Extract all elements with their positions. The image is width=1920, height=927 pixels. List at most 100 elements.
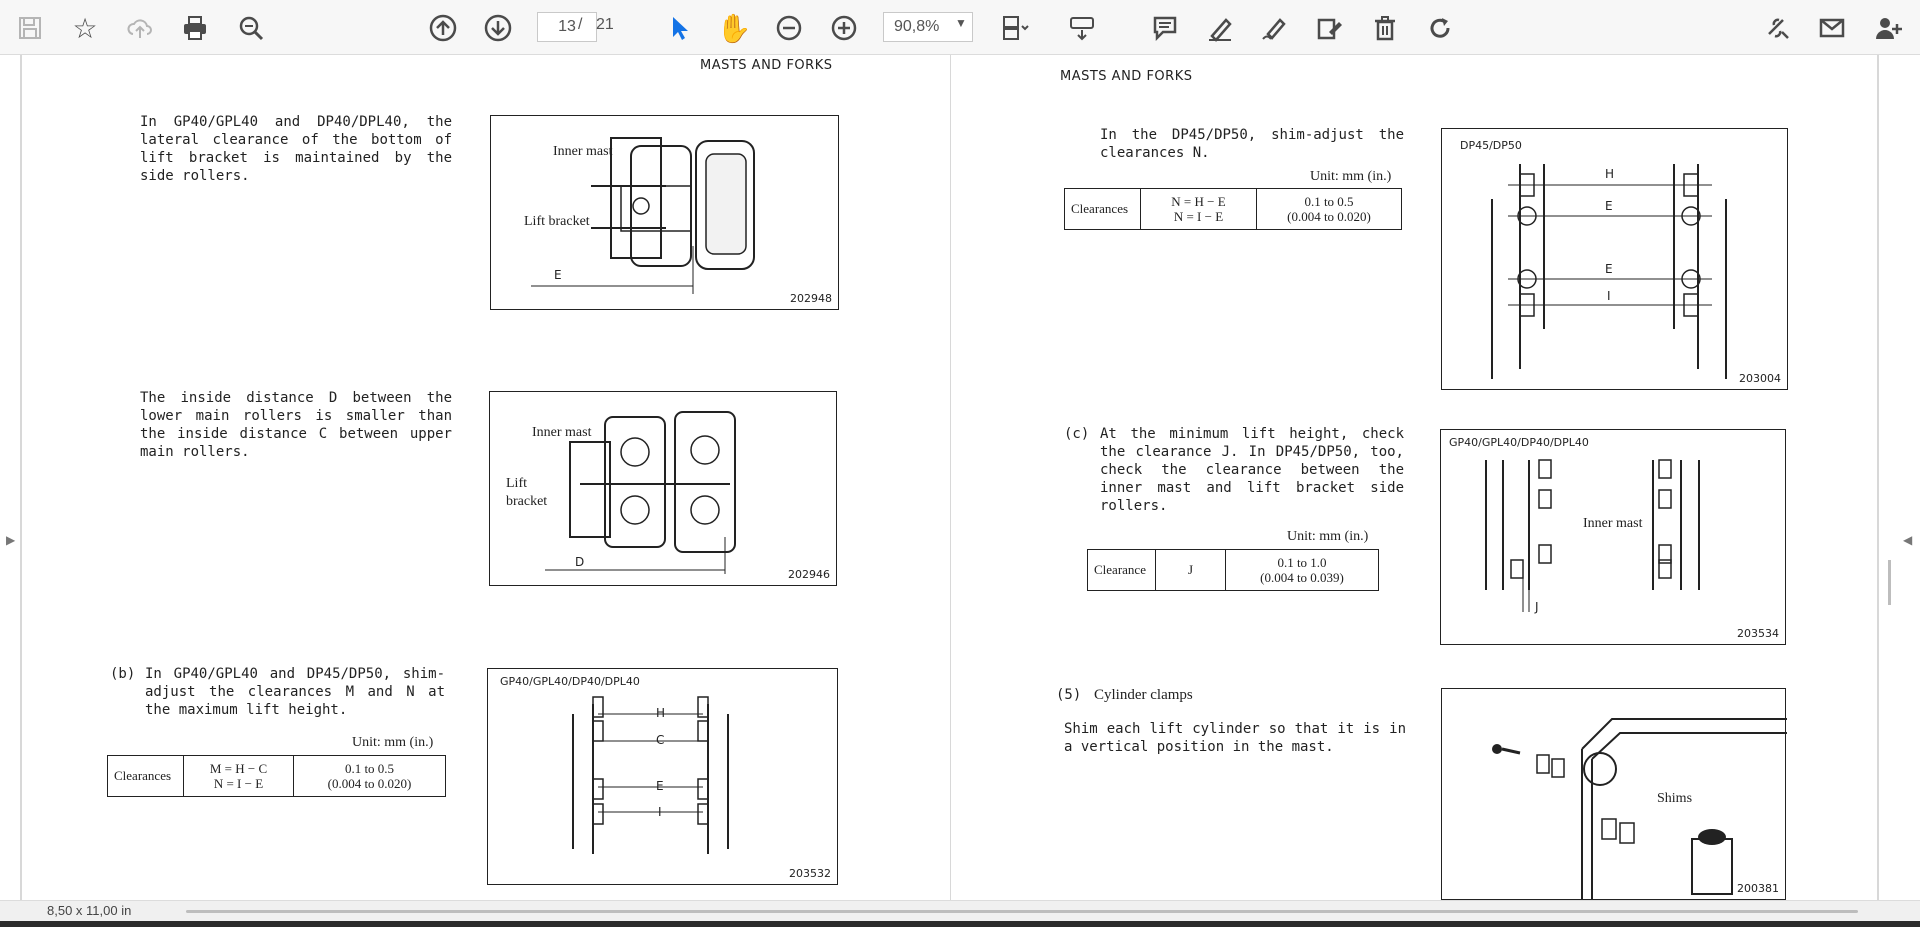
page-display-icon[interactable] [996, 8, 1036, 48]
figure-id: 203004 [1739, 372, 1781, 385]
unit-label: Unit: mm (in.) [352, 735, 434, 750]
dimension-e: E [1605, 262, 1613, 276]
left-panel-toggle-icon[interactable]: ▶ [6, 533, 15, 547]
formula: N = H − E [1171, 194, 1226, 209]
list-marker: (b) [110, 666, 136, 682]
dimension-d: D [575, 555, 585, 569]
paragraph: Shim each lift cylinder so that it is in… [1064, 721, 1406, 755]
rotate-icon[interactable] [1420, 8, 1460, 48]
dimension-e: E [656, 779, 664, 793]
figure-id: 202948 [790, 292, 832, 305]
table-label: Clearance [1087, 549, 1156, 591]
figure-title: DP45/DP50 [1460, 139, 1522, 152]
value-mm: 0.1 to 0.5 [344, 761, 395, 776]
figure-id: 200381 [1737, 882, 1779, 895]
label-lift-bracket: Lift bracket [524, 214, 590, 229]
label-shims: Shims [1657, 791, 1693, 806]
email-icon[interactable] [1812, 8, 1852, 48]
page-header: MASTS AND FORKS [700, 58, 833, 73]
horizontal-scrollbar[interactable] [186, 910, 1858, 913]
figure-cylinder-clamps: Shims 200381 [1441, 688, 1787, 900]
print-icon[interactable] [175, 8, 215, 48]
table-formulas: M = H − C N = I − E [183, 755, 294, 797]
dimension-h: H [1605, 167, 1615, 181]
table-formulas: N = H − E N = I − E [1140, 188, 1257, 230]
figure-id: 203532 [789, 867, 831, 880]
save-icon[interactable] [10, 8, 50, 48]
clearance-mn-drawing [572, 696, 729, 854]
status-bar: 8,50 x 11,00 in [0, 900, 1920, 921]
document-viewport[interactable]: ▶ ◀ MASTS AND FORKS In GP40/GPL40 and DP… [0, 55, 1920, 900]
formula: N = I − E [213, 776, 264, 791]
figure-id: 202946 [788, 568, 830, 581]
page-separator: / [578, 16, 583, 33]
share-link-icon[interactable] [1757, 8, 1797, 48]
bookmark-star-icon[interactable]: ☆ [65, 8, 105, 48]
dimension-i: I [658, 805, 662, 819]
page-number-input[interactable]: 13 [537, 12, 597, 42]
dimension-h: H [656, 706, 666, 720]
delete-icon[interactable] [1365, 8, 1405, 48]
left-page: MASTS AND FORKS In GP40/GPL40 and DP40/D… [22, 55, 950, 900]
label-inner-mast: Inner mast [532, 425, 592, 440]
keyboard-icon[interactable] [1062, 8, 1102, 48]
clearance-j-drawing [1485, 459, 1700, 612]
right-page: MASTS AND FORKS In the DP45/DP50, shim-a… [952, 55, 1876, 900]
select-cursor-icon[interactable] [660, 8, 700, 48]
right-panel-toggle-icon[interactable]: ◀ [1903, 533, 1912, 547]
page-total: 21 [596, 16, 614, 33]
paragraph: The inside distance D between the lower … [140, 390, 452, 460]
next-page-icon[interactable] [478, 8, 518, 48]
figure-clearance-mn: GP40/GPL40/DP40/DPL40 H C E I 203532 [487, 668, 838, 885]
clearance-table: Clearance J 0.1 to 1.0 (0.004 to 0.039) [1087, 549, 1379, 591]
paragraph: At the minimum lift height, check the cl… [1100, 426, 1404, 514]
value-in: (0.004 to 0.020) [1287, 209, 1371, 224]
formula: M = H − C [209, 761, 268, 776]
dimension-j: J [1535, 600, 1539, 614]
unit-label: Unit: mm (in.) [1287, 529, 1369, 544]
value-mm: 0.1 to 0.5 [1304, 194, 1354, 209]
add-user-icon[interactable] [1868, 8, 1908, 48]
zoom-in-icon[interactable] [824, 8, 864, 48]
draw-icon[interactable] [1254, 8, 1294, 48]
dp45-clearance-drawing [1491, 164, 1727, 379]
previous-page-icon[interactable] [423, 8, 463, 48]
label-inner-mast: Inner mast [1583, 516, 1643, 531]
section-marker: (5) [1056, 687, 1082, 703]
comment-icon[interactable] [1145, 8, 1185, 48]
clearance-table: Clearances M = H − C N = I − E 0.1 to 0.… [107, 755, 446, 797]
figure-main-rollers: Inner mast Lift bracket D 202946 [489, 391, 837, 586]
hand-tool-icon[interactable]: ✋ [714, 8, 754, 48]
dimension-e: E [554, 268, 562, 282]
page-size-label: 8,50 x 11,00 in [47, 903, 132, 918]
figure-clearance-j: GP40/GPL40/DP40/DPL40 Inner mast J 20353… [1440, 429, 1786, 645]
table-symbol: J [1155, 549, 1226, 591]
table-values: 0.1 to 0.5 (0.004 to 0.020) [1256, 188, 1402, 230]
figure-lift-bracket-side: Inner mast Lift bracket E 202948 [490, 115, 839, 310]
section-title: Cylinder clamps [1094, 687, 1193, 703]
value-in: (0.004 to 0.020) [327, 776, 412, 791]
table-values: 0.1 to 1.0 (0.004 to 0.039) [1225, 549, 1379, 591]
cylinder-clamps-drawing [1492, 718, 1787, 899]
dimension-e: E [1605, 199, 1613, 213]
table-label: Clearances [107, 755, 184, 797]
sign-icon[interactable] [1309, 8, 1349, 48]
page-header: MASTS AND FORKS [1060, 69, 1193, 84]
value-mm: 0.1 to 1.0 [1277, 555, 1327, 570]
paragraph: In the DP45/DP50, shim-adjust the cleara… [1100, 127, 1404, 161]
highlight-pen-icon[interactable] [1200, 8, 1240, 48]
table-values: 0.1 to 0.5 (0.004 to 0.020) [293, 755, 446, 797]
paragraph: In GP40/GPL40 and DP45/DP50, shim-adjust… [145, 666, 445, 718]
label-inner-mast: Inner mast [553, 144, 613, 159]
zoom-search-icon[interactable] [231, 8, 271, 48]
dimension-i: I [1607, 289, 1611, 303]
paragraph: In GP40/GPL40 and DP40/DPL40, the latera… [140, 114, 452, 184]
figure-dp45-clearance: DP45/DP50 H E E I 203004 [1441, 128, 1788, 390]
unit-label: Unit: mm (in.) [1310, 169, 1392, 184]
label-bracket: bracket [506, 494, 548, 509]
zoom-dropdown-icon[interactable]: ▼ [955, 16, 967, 30]
zoom-out-icon[interactable] [769, 8, 809, 48]
cloud-upload-icon[interactable] [120, 8, 160, 48]
table-label: Clearances [1064, 188, 1141, 230]
vertical-scrollbar[interactable] [1888, 560, 1891, 605]
